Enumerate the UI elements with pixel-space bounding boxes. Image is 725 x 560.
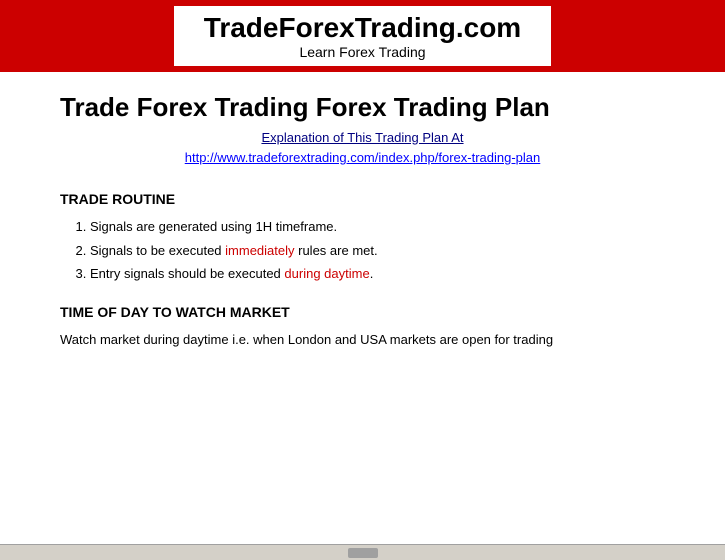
highlight-immediately: immediately	[225, 243, 294, 258]
logo-title: TradeForexTrading.com	[204, 12, 521, 44]
page-link[interactable]: http://www.tradeforextrading.com/index.p…	[185, 150, 541, 165]
list-item: Signals are generated using 1H timeframe…	[90, 217, 665, 237]
subtitle-text: Explanation of This Trading Plan At	[261, 130, 463, 145]
list-item: Signals to be executed immediately rules…	[90, 241, 665, 261]
highlight-daytime: during daytime	[284, 266, 369, 281]
time-of-day-heading: TIME OF DAY TO WATCH MARKET	[60, 304, 665, 320]
page-title: Trade Forex Trading Forex Trading Plan	[60, 92, 665, 123]
logo-box: TradeForexTrading.com Learn Forex Tradin…	[174, 6, 551, 66]
main-window: TradeForexTrading.com Learn Forex Tradin…	[0, 0, 725, 560]
content-area: Trade Forex Trading Forex Trading Plan E…	[0, 72, 725, 544]
scrollbar-area[interactable]	[0, 544, 725, 560]
scrollbar-thumb[interactable]	[348, 548, 378, 558]
trade-routine-list: Signals are generated using 1H timeframe…	[90, 217, 665, 284]
link-line: http://www.tradeforextrading.com/index.p…	[60, 149, 665, 167]
subtitle-line: Explanation of This Trading Plan At	[60, 129, 665, 147]
trade-routine-heading: TRADE ROUTINE	[60, 191, 665, 207]
time-of-day-body: Watch market during daytime i.e. when Lo…	[60, 330, 665, 350]
list-item: Entry signals should be executed during …	[90, 264, 665, 284]
header-bar: TradeForexTrading.com Learn Forex Tradin…	[0, 0, 725, 72]
logo-subtitle: Learn Forex Trading	[204, 44, 521, 60]
